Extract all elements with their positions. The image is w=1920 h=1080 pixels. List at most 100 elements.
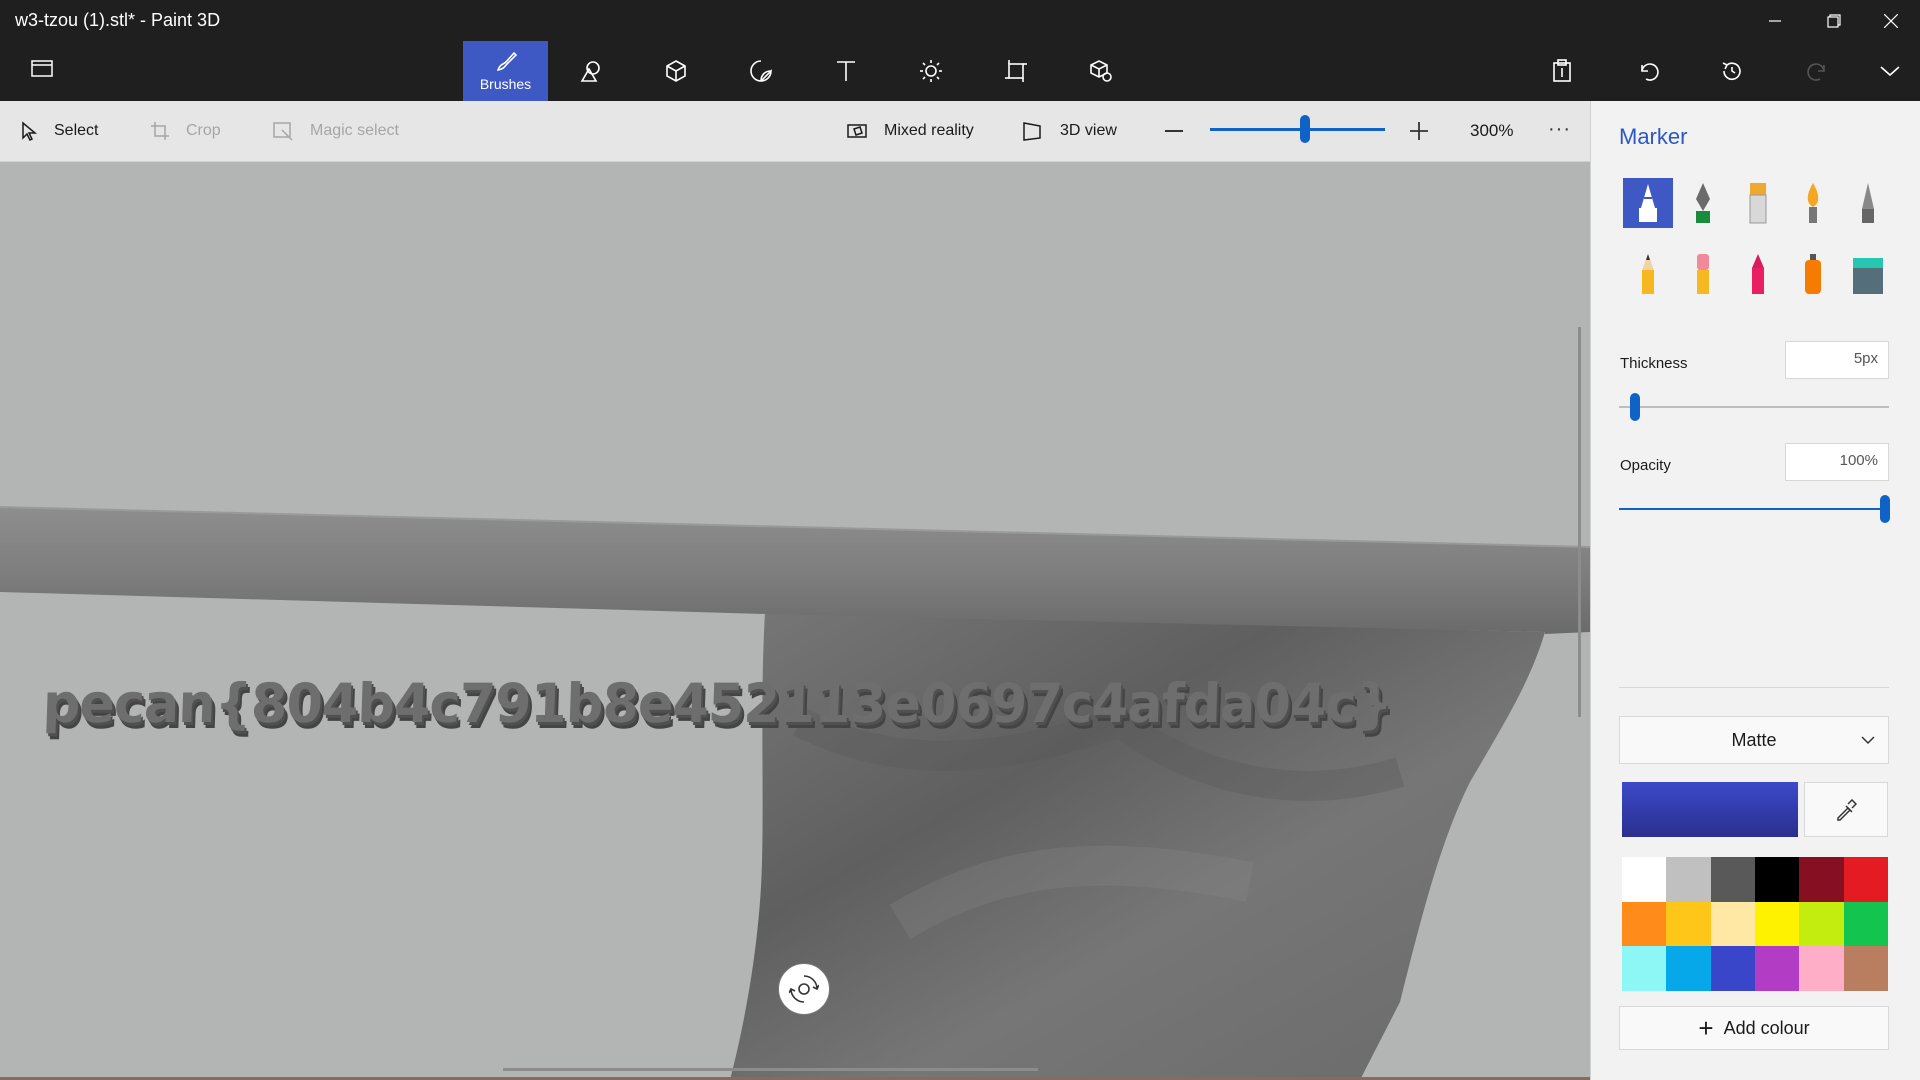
brush-crayon[interactable]: [1733, 249, 1783, 299]
tool-text[interactable]: [803, 41, 888, 101]
opacity-input[interactable]: 100%: [1785, 443, 1889, 481]
history-button[interactable]: [1712, 56, 1752, 86]
redo-button[interactable]: [1798, 56, 1838, 86]
finish-dropdown[interactable]: Matte: [1619, 716, 1889, 764]
3d-view-button[interactable]: 3D view: [1022, 101, 1117, 161]
color-swatch[interactable]: [1799, 946, 1844, 991]
tool-brushes-label: Brushes: [479, 76, 532, 92]
menu-button[interactable]: [30, 58, 56, 80]
color-swatch[interactable]: [1799, 901, 1844, 947]
brush-fill[interactable]: [1843, 249, 1893, 299]
marker-icon: [1639, 184, 1657, 222]
color-swatch[interactable]: [1754, 946, 1800, 991]
brush-watercolor[interactable]: [1788, 178, 1838, 228]
stickers-icon: [749, 60, 772, 82]
opacity-slider-thumb[interactable]: [1880, 495, 1890, 523]
rotate-view-button[interactable]: [778, 963, 830, 1015]
color-swatch[interactable]: [1754, 857, 1800, 902]
tool-3d-shapes[interactable]: [633, 41, 718, 101]
thickness-slider[interactable]: [1619, 406, 1889, 408]
color-swatch[interactable]: [1622, 946, 1667, 991]
mixed-reality-label: Mixed reality: [884, 122, 974, 139]
brush-panel: Marker Thickness 5px Opacity 100% Matte: [1590, 101, 1920, 1080]
color-swatch[interactable]: [1666, 857, 1711, 902]
color-palette: [1622, 857, 1888, 991]
2d-shapes-icon: [580, 61, 600, 82]
select-button[interactable]: Select: [20, 101, 98, 161]
plus-icon: [1410, 122, 1428, 140]
minimize-icon: [1769, 20, 1781, 22]
minimize-button[interactable]: [1752, 6, 1798, 36]
finish-value: Matte: [1731, 729, 1777, 750]
thickness-input[interactable]: 5px: [1785, 341, 1889, 379]
color-swatch[interactable]: [1799, 857, 1844, 902]
fill-icon: [1853, 258, 1883, 294]
chevron-down-icon: [1861, 736, 1875, 745]
brush-eraser[interactable]: [1678, 249, 1728, 299]
thickness-slider-thumb[interactable]: [1630, 393, 1640, 421]
mixed-reality-icon: [847, 124, 867, 138]
brush-spray-can[interactable]: [1788, 249, 1838, 299]
mixed-reality-button[interactable]: Mixed reality: [846, 101, 974, 161]
tool-effects[interactable]: [888, 41, 973, 101]
tool-canvas[interactable]: [973, 41, 1058, 101]
restore-button[interactable]: [1811, 6, 1857, 36]
close-button[interactable]: [1868, 6, 1914, 36]
zoom-slider[interactable]: [1210, 128, 1385, 131]
eyedropper-button[interactable]: [1804, 782, 1888, 837]
color-swatch[interactable]: [1843, 946, 1888, 991]
color-swatch[interactable]: [1622, 857, 1667, 902]
color-swatch[interactable]: [1710, 946, 1755, 991]
rotate-icon: [789, 975, 819, 1003]
brush-marker[interactable]: [1623, 178, 1673, 228]
color-swatch[interactable]: [1666, 901, 1711, 947]
3d-model[interactable]: [0, 162, 1590, 1080]
brush-pencil[interactable]: [1623, 249, 1673, 299]
color-swatch[interactable]: [1622, 901, 1667, 947]
more-options-button[interactable]: ···: [1548, 118, 1571, 141]
spray-can-icon: [1805, 254, 1821, 294]
vertical-scrollbar[interactable]: [1578, 327, 1581, 717]
color-swatch[interactable]: [1754, 901, 1800, 947]
divider: [1619, 687, 1889, 688]
3d-library-icon: [1089, 60, 1112, 82]
crayon-icon: [1752, 254, 1764, 294]
cursor-icon: [22, 121, 38, 141]
oil-brush-icon: [1749, 183, 1767, 224]
tool-brushes[interactable]: Brushes: [463, 41, 548, 101]
zoom-in-button[interactable]: [1408, 120, 1430, 142]
brush-icon: [496, 51, 517, 72]
color-swatch[interactable]: [1843, 857, 1888, 902]
tool-2d-shapes[interactable]: [548, 41, 633, 101]
clipboard-icon: [1553, 59, 1571, 82]
paste-button[interactable]: [1542, 56, 1582, 86]
crop-icon: [151, 122, 169, 140]
magic-select-button[interactable]: Magic select: [272, 101, 399, 161]
brush-pixel-pen[interactable]: [1843, 178, 1893, 228]
current-color-swatch[interactable]: [1622, 782, 1798, 837]
color-swatch[interactable]: [1843, 901, 1888, 947]
add-colour-button[interactable]: + Add colour: [1619, 1006, 1889, 1050]
brush-calligraphy-pen[interactable]: [1678, 178, 1728, 228]
brush-oil[interactable]: [1733, 178, 1783, 228]
expand-button[interactable]: [1870, 56, 1910, 86]
text-icon: [836, 61, 855, 81]
opacity-slider[interactable]: [1619, 508, 1889, 510]
watercolor-icon: [1807, 183, 1819, 223]
tool-3d-library[interactable]: [1058, 41, 1143, 101]
canvas-area[interactable]: pecan{804b4c791b8e452113e0697c4afda04c}: [0, 162, 1590, 1080]
undo-button[interactable]: [1628, 56, 1668, 86]
crop-button[interactable]: Crop: [150, 101, 221, 161]
pixel-pen-icon: [1862, 183, 1874, 223]
horizontal-scrollbar[interactable]: [503, 1068, 1038, 1071]
chevron-down-icon: [1880, 66, 1900, 77]
3d-view-label: 3D view: [1060, 122, 1117, 139]
pencil-icon: [1642, 254, 1654, 294]
color-swatch[interactable]: [1710, 901, 1755, 947]
zoom-slider-thumb[interactable]: [1300, 115, 1310, 143]
undo-icon: [1641, 63, 1659, 81]
tool-stickers[interactable]: [718, 41, 803, 101]
color-swatch[interactable]: [1710, 857, 1755, 902]
zoom-out-button[interactable]: [1165, 130, 1183, 132]
color-swatch[interactable]: [1666, 946, 1711, 991]
